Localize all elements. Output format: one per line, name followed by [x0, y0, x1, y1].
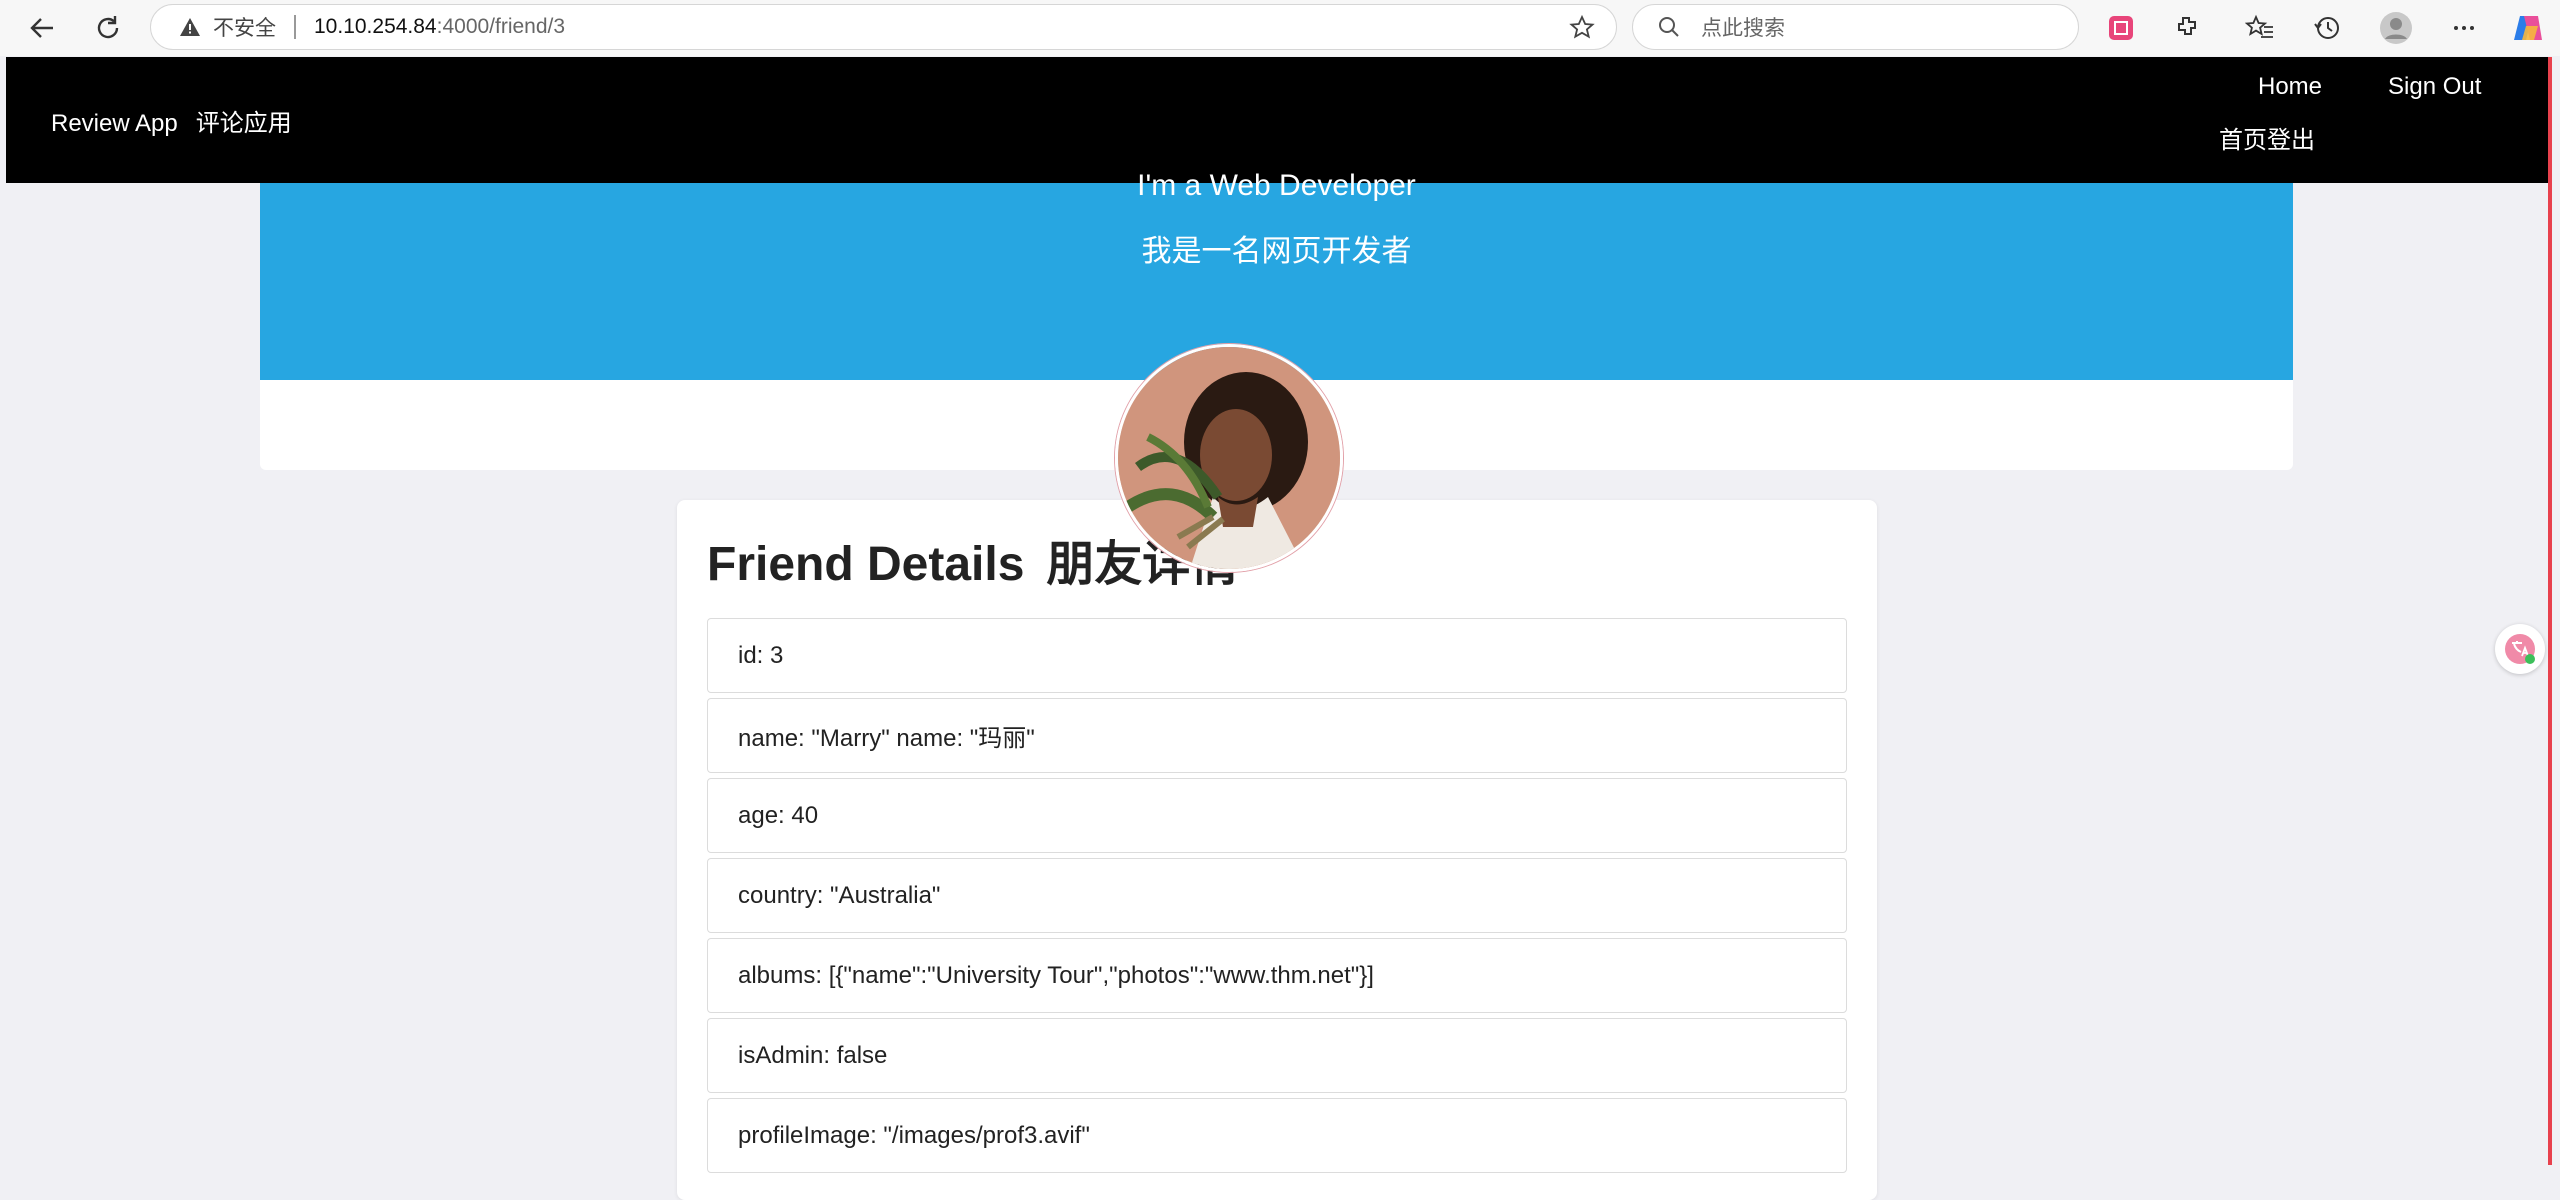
favorite-star-icon[interactable]: [1568, 14, 1596, 42]
search-placeholder: 点此搜索: [1701, 17, 1785, 40]
profile-avatar-icon[interactable]: [2376, 8, 2416, 48]
history-icon[interactable]: [2307, 8, 2347, 48]
translate-icon[interactable]: [2495, 624, 2545, 674]
friend-details-card: Friend Details 朋友详情 id: 3 name: "Marry" n…: [677, 500, 1877, 1200]
nav-sign-out-link[interactable]: Sign Out: [2388, 73, 2481, 101]
url-path: :4000/friend/3: [436, 15, 566, 38]
page-edge-accent: [2548, 57, 2552, 1165]
back-icon[interactable]: [22, 8, 62, 48]
extensions-icon[interactable]: [2167, 8, 2207, 48]
hero-tagline: I'm a Web Developer: [1137, 169, 1416, 202]
copilot-icon[interactable]: [2508, 8, 2548, 48]
screenshot-extension-icon[interactable]: [2101, 8, 2141, 48]
field-id: id: 3: [707, 618, 1847, 693]
brand[interactable]: Review App 评论应用: [51, 103, 292, 138]
url-divider: [294, 15, 296, 39]
field-albums: albums: [{"name":"University Tour","phot…: [707, 938, 1847, 1013]
warning-icon: [180, 18, 200, 36]
nav-home-link[interactable]: Home: [2258, 73, 2322, 101]
brand-label-cn: 评论应用: [195, 110, 292, 137]
avatar: [1115, 344, 1343, 572]
reload-icon[interactable]: [88, 8, 128, 48]
field-is-admin: isAdmin: false: [707, 1018, 1847, 1093]
field-profile-image: profileImage: "/images/prof3.avif": [707, 1098, 1847, 1173]
nav-links-cn[interactable]: 首页登出: [2219, 120, 2315, 155]
more-options-icon[interactable]: [2444, 8, 2484, 48]
search-box[interactable]: 点此搜索: [1632, 4, 2079, 50]
address-bar[interactable]: 不安全 10.10.254.84:4000/friend/3: [150, 4, 1617, 50]
search-icon: [1659, 17, 1679, 37]
app-navbar: Review App 评论应用 Home Sign Out 首页登出: [6, 57, 2548, 183]
browser-toolbar: 不安全 10.10.254.84:4000/friend/3 点此搜索: [0, 0, 2560, 56]
brand-label: Review App: [51, 110, 178, 137]
hero-banner: I'm a Web Developer 我是一名网页开发者: [260, 169, 2293, 380]
url-host: 10.10.254.84: [314, 15, 437, 38]
field-name: name: "Marry" name: "玛丽": [707, 698, 1847, 773]
hero-tagline-cn: 我是一名网页开发者: [1141, 235, 1412, 268]
field-age: age: 40: [707, 778, 1847, 853]
favorites-icon[interactable]: [2240, 8, 2280, 48]
not-secure-label: 不安全: [213, 17, 276, 40]
field-country: country: "Australia": [707, 858, 1847, 933]
page-title-en: Friend Details: [707, 538, 1025, 591]
